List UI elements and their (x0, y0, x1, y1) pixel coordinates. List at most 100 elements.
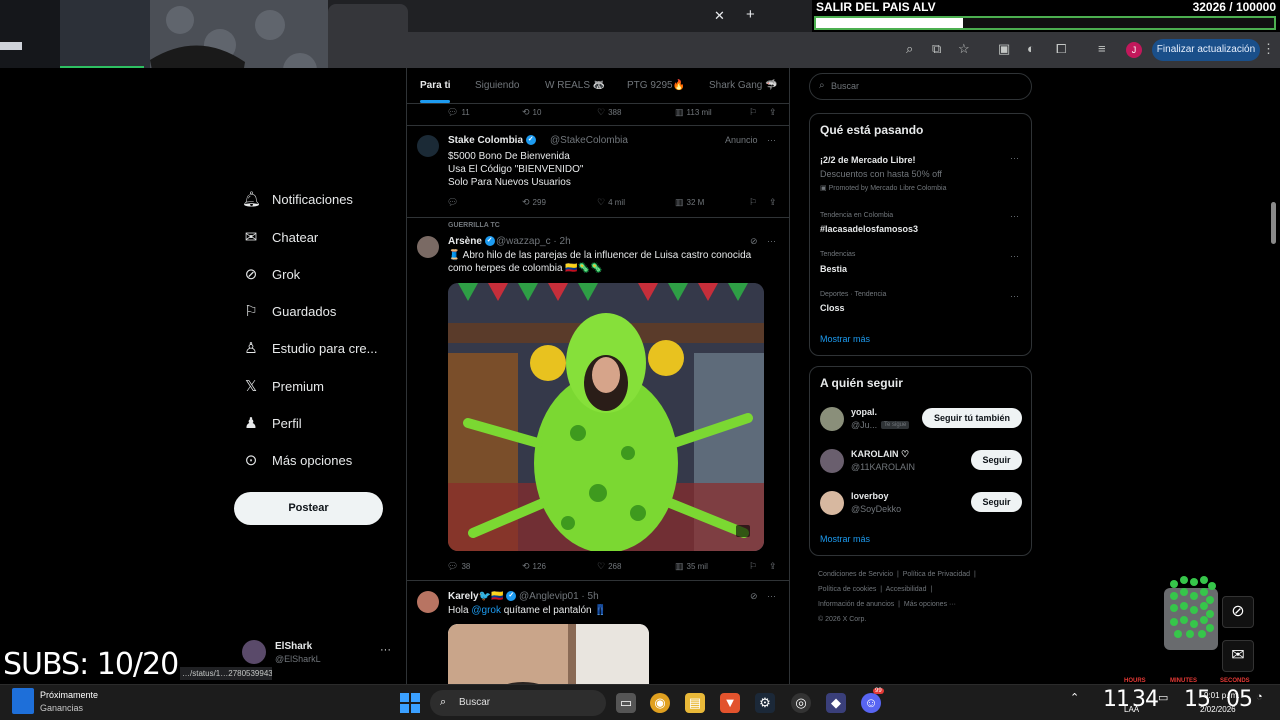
avatar[interactable] (417, 236, 439, 258)
chrome-icon[interactable]: ◉ (650, 693, 670, 713)
tab-for-you[interactable]: Para ti (420, 80, 451, 91)
like-button[interactable]: ♡ 4 mil (597, 197, 625, 208)
nav-notifications[interactable]: 🔔︎ Notificaciones (242, 187, 353, 211)
suggested-handle[interactable]: @Ju... (851, 420, 877, 430)
follow-button[interactable]: Seguir (971, 450, 1022, 470)
trend-title[interactable]: Bestia (820, 264, 847, 274)
media-icon[interactable]: ▣ (998, 41, 1010, 57)
tray-chevron-icon[interactable]: ⌃ (1070, 691, 1079, 704)
suggested-handle[interactable]: @SoyDekko (851, 504, 901, 514)
more-icon[interactable]: ··· (1010, 251, 1019, 261)
nav-profile[interactable]: ♟ Perfil (242, 411, 301, 435)
page-scrollbar[interactable] (1271, 202, 1276, 244)
extensions-puzzle-icon[interactable]: ⧠ (1056, 41, 1066, 57)
tab-w-reals[interactable]: W REALS 🦝 (545, 80, 605, 91)
app-icon[interactable]: ◆ (826, 693, 846, 713)
share-button[interactable]: ⇪ (769, 197, 780, 208)
suggested-handle[interactable]: @11KAROLAIN (851, 462, 915, 472)
install-icon[interactable]: ⧉ (932, 41, 941, 57)
more-icon[interactable]: ··· (380, 644, 391, 656)
widgets-icon[interactable] (12, 688, 34, 714)
footer-link[interactable]: Más opciones ··· (904, 601, 956, 608)
taskbar-time[interactable]: 9:01 p. m. (1204, 691, 1240, 700)
obs-icon[interactable]: ◎ (791, 693, 811, 713)
mention-link[interactable]: @grok (471, 605, 501, 616)
discord-icon[interactable]: ☺ (861, 693, 881, 713)
bookmark-button[interactable]: ⚐ (749, 107, 760, 118)
reading-list-icon[interactable]: ≡ (1098, 41, 1106, 56)
more-icon[interactable]: ··· (1010, 291, 1019, 301)
task-view-icon[interactable]: ▭ (616, 693, 636, 713)
widget-title[interactable]: Próximamente (40, 690, 98, 700)
tab-ptg[interactable]: PTG 9295🔥 (627, 80, 685, 91)
more-icon[interactable]: ··· (767, 135, 776, 145)
tweet-context[interactable]: GUERRILLA TC (448, 222, 500, 229)
trend-title[interactable]: #lacasadelosfamosos3 (820, 224, 918, 234)
windows-start-icon[interactable] (400, 693, 420, 713)
tweet-author[interactable]: Arsène ✓ (448, 236, 495, 247)
language-indicator[interactable]: LAA (1124, 705, 1139, 714)
notification-icon[interactable]: ◔ (1256, 691, 1263, 703)
tab-shark-gang[interactable]: Shark Gang 🦈 (709, 80, 778, 91)
new-tab-icon[interactable]: + (746, 6, 755, 23)
more-icon[interactable]: ··· (1010, 211, 1019, 221)
taskbar-date[interactable]: 2/02/2026 (1200, 705, 1236, 714)
grok-icon[interactable]: ⊘ (750, 591, 758, 602)
more-icon[interactable]: ··· (767, 591, 776, 601)
tweet-image[interactable] (448, 283, 764, 551)
trend-title[interactable]: Closs (820, 303, 845, 313)
show-more-link[interactable]: Mostrar más (820, 334, 870, 344)
nav-bookmarks[interactable]: ⚐ Guardados (242, 299, 336, 323)
reply-button[interactable]: 💬︎ 38 (447, 561, 470, 572)
avatar[interactable] (820, 491, 844, 515)
mail-icon[interactable]: ✉ (1222, 640, 1254, 672)
follow-button[interactable]: Seguir (971, 492, 1022, 512)
tweet-author[interactable]: Karely🐦🇨🇴 ✓ (448, 591, 517, 602)
tweet-handle[interactable]: @Anglevip01 · 5h (519, 591, 599, 602)
footer-link[interactable]: Política de cookies (818, 586, 876, 593)
nav-grok[interactable]: ⊘ Grok (242, 262, 300, 286)
avatar[interactable] (417, 591, 439, 613)
grok-icon[interactable]: ⊘ (1222, 596, 1254, 628)
reply-button[interactable]: 💬︎ (447, 197, 461, 208)
network-icon[interactable]: ▭ (1158, 691, 1168, 704)
repost-button[interactable]: ⟲ 10 (522, 107, 541, 118)
footer-link[interactable]: Condiciones de Servicio (818, 571, 893, 578)
more-icon[interactable]: ··· (1010, 153, 1019, 163)
like-button[interactable]: ♡ 268 (597, 561, 621, 572)
suggested-name[interactable]: KAROLAIN ♡ (851, 449, 909, 460)
footer-link[interactable]: Accesibilidad (886, 586, 927, 593)
extension-blob-icon[interactable]: ◐ (1027, 41, 1035, 56)
close-tab-icon[interactable]: ✕ (714, 8, 725, 24)
follow-back-button[interactable]: Seguir tú también (922, 408, 1022, 428)
profile-avatar[interactable]: J (1126, 42, 1142, 58)
tweet-author[interactable]: Stake Colombia ✓ (448, 135, 536, 146)
search-box[interactable]: ⌕ Buscar (809, 73, 1032, 100)
footer-link[interactable]: Información de anuncios (818, 601, 894, 608)
suggested-name[interactable]: yopal. (851, 407, 877, 417)
repost-button[interactable]: ⟲ 299 (522, 197, 546, 208)
like-button[interactable]: ♡ 388 (597, 107, 621, 118)
nav-chat[interactable]: ✉ Chatear (242, 225, 319, 249)
bookmark-button[interactable]: ⚐ (749, 197, 760, 208)
share-button[interactable]: ⇪ (769, 561, 780, 572)
taskbar-search[interactable]: ⌕ Buscar (430, 690, 606, 716)
repost-button[interactable]: ⟲ 126 (522, 561, 546, 572)
steam-icon[interactable]: ⚙ (755, 693, 775, 713)
taskbar-search-input[interactable]: Buscar (459, 697, 490, 708)
trend-title[interactable]: ¡2/2 de Mercado Libre! (820, 155, 916, 165)
zoom-icon[interactable]: ⌕ (906, 41, 913, 57)
browser-tab[interactable] (328, 4, 408, 32)
nav-premium[interactable]: 𝕏 Premium (242, 374, 324, 398)
footer-link[interactable]: Política de Privacidad (903, 571, 970, 578)
bookmark-button[interactable]: ⚐ (749, 561, 760, 572)
tweet-handle[interactable]: @wazzap_c · 2h (496, 236, 571, 247)
nav-more-options[interactable]: ⊙ Más opciones (242, 448, 353, 472)
avatar[interactable] (820, 449, 844, 473)
tweet-image[interactable] (448, 624, 649, 688)
search-input[interactable]: Buscar (831, 81, 859, 91)
more-icon[interactable]: ··· (767, 236, 776, 246)
views-button[interactable]: ▥ 35 mil (675, 561, 708, 572)
reply-button[interactable]: 💬︎ 11 (447, 107, 470, 118)
views-button[interactable]: ▥ 113 mil (675, 107, 712, 118)
